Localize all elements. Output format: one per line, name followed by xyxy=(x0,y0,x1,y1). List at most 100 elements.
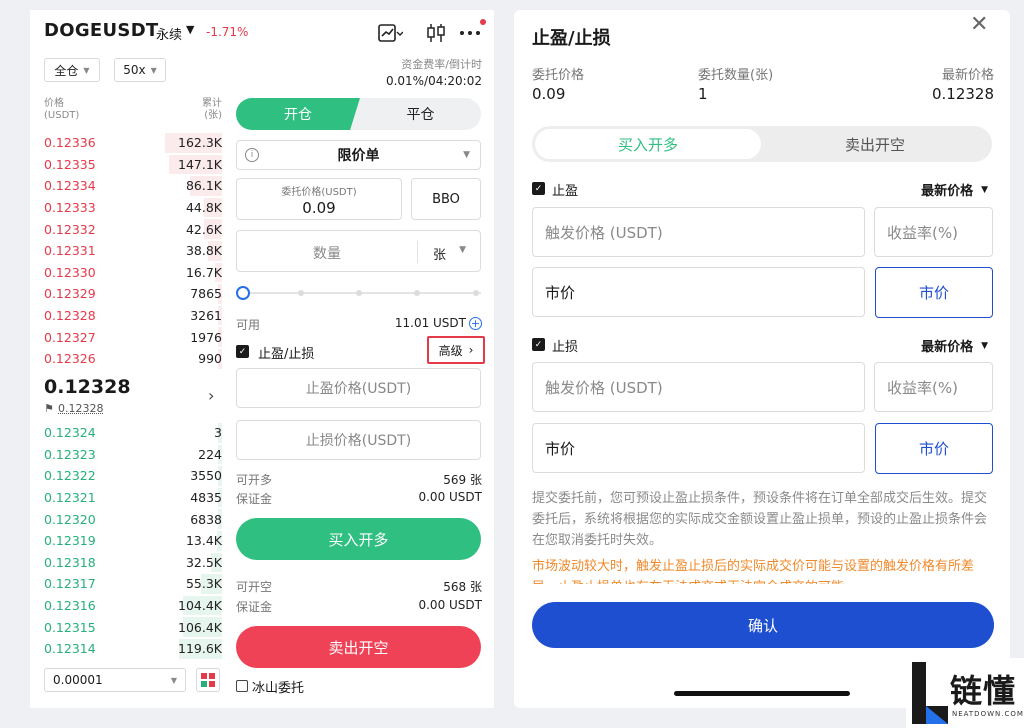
close-icon[interactable]: ✕ xyxy=(970,12,988,37)
order-price-input[interactable]: 委托价格(USDT) 0.09 xyxy=(236,178,402,220)
order-price: 0.12326 xyxy=(44,351,96,367)
segment-buy-long[interactable]: 买入开多 xyxy=(535,129,761,159)
order-qty: 3 xyxy=(214,425,222,441)
order-price: 0.12316 xyxy=(44,598,96,614)
trading-panel: DOGEUSDT 永续 ▼ -1.71% 全仓 ▼ 50x ▼ 资金费率/倒计时 0… xyxy=(30,10,494,708)
stop-loss-label: 止损 xyxy=(552,340,579,355)
info-icon[interactable]: i xyxy=(245,148,259,162)
order-price: 0.12315 xyxy=(44,619,96,635)
order-qty: 32.5K xyxy=(185,554,222,570)
tp-roe-input[interactable]: 收益率(%) xyxy=(874,207,993,257)
tab-open[interactable]: 开仓 xyxy=(236,98,360,130)
symbol-dropdown-icon[interactable]: ▼ xyxy=(186,23,194,36)
candlestick-icon[interactable] xyxy=(422,20,450,46)
tpsl-note: 提交委托前，您可预设止盈止损条件，预设条件将在订单全部成交后生效。提交委托后，系… xyxy=(532,491,988,548)
bid-row[interactable]: 0.12317 55.3K xyxy=(44,573,222,595)
sl-roe-input[interactable]: 收益率(%) xyxy=(874,362,993,412)
bid-row[interactable]: 0.12319 13.4K xyxy=(44,530,222,552)
ask-row[interactable]: 0.12333 44.8K xyxy=(44,197,222,219)
order-price-value: 0.09 xyxy=(532,85,566,103)
bid-row[interactable]: 0.12323 224 xyxy=(44,444,222,466)
order-qty-label: 委托数量(张) xyxy=(698,68,774,83)
symbol-title[interactable]: DOGEUSDT xyxy=(44,20,159,41)
tp-market-button[interactable]: 市价 xyxy=(875,267,993,318)
buy-long-button[interactable]: 买入开多 xyxy=(236,518,481,560)
sl-market-button[interactable]: 市价 xyxy=(875,423,993,474)
contract-type[interactable]: 永续 xyxy=(156,24,182,43)
last-price[interactable]: 0.12328 xyxy=(44,376,131,398)
order-qty-value: 1 xyxy=(698,85,708,103)
funding-label: 资金费率/倒计时 xyxy=(401,58,482,71)
order-price: 0.12329 xyxy=(44,286,96,302)
ask-row[interactable]: 0.12329 7865 xyxy=(44,283,222,305)
order-qty: 42.6K xyxy=(185,221,222,237)
order-price: 0.12335 xyxy=(44,156,96,172)
ask-row[interactable]: 0.12332 42.6K xyxy=(44,218,222,240)
add-funds-icon[interactable]: + xyxy=(469,316,482,330)
bbo-button[interactable]: BBO xyxy=(411,178,481,220)
watermark-domain: NEATDOWN.COM xyxy=(952,710,1024,718)
margin-mode-select[interactable]: 全仓 ▼ xyxy=(44,58,100,82)
sl-trigger-type-select[interactable]: 最新价格 ▼ xyxy=(921,336,988,355)
bid-row[interactable]: 0.12318 32.5K xyxy=(44,552,222,574)
order-price: 0.12324 xyxy=(44,425,96,441)
bid-row[interactable]: 0.12322 3550 xyxy=(44,465,222,487)
qty-unit-select[interactable]: 张 xyxy=(433,244,446,263)
direction-segment: 买入开多 卖出开空 xyxy=(532,126,992,162)
order-price: 0.12331 xyxy=(44,243,96,259)
segment-sell-short[interactable]: 卖出开空 xyxy=(762,129,988,159)
order-qty: 86.1K xyxy=(185,178,222,194)
order-qty: 104.4K xyxy=(178,598,222,614)
tp-trigger-price-input[interactable]: 触发价格 (USDT) xyxy=(532,207,865,257)
slider-knob[interactable] xyxy=(236,286,250,300)
ask-row[interactable]: 0.12330 16.7K xyxy=(44,262,222,284)
ask-row[interactable]: 0.12327 1976 xyxy=(44,326,222,348)
bid-row[interactable]: 0.12315 106.4K xyxy=(44,616,222,638)
stop-loss-input[interactable]: 止损价格(USDT) xyxy=(236,420,481,460)
advanced-button[interactable]: 高级 › xyxy=(427,336,485,364)
quantity-slider[interactable] xyxy=(236,286,481,300)
ask-row[interactable]: 0.12326 990 xyxy=(44,348,222,370)
sell-short-button[interactable]: 卖出开空 xyxy=(236,626,481,668)
order-qty: 6838 xyxy=(190,511,222,527)
order-price: 0.12334 xyxy=(44,178,96,194)
order-price: 0.12321 xyxy=(44,490,96,506)
ask-row[interactable]: 0.12328 3261 xyxy=(44,305,222,327)
take-profit-input[interactable]: 止盈价格(USDT) xyxy=(236,368,481,408)
tp-trigger-type-select[interactable]: 最新价格 ▼ xyxy=(921,180,988,199)
order-price: 0.12317 xyxy=(44,576,96,592)
bid-row[interactable]: 0.12324 3 xyxy=(44,422,222,444)
available-value: 11.01 USDT + xyxy=(394,316,482,330)
ask-row[interactable]: 0.12334 86.1K xyxy=(44,175,222,197)
stop-loss-checkbox[interactable]: ✓ xyxy=(532,338,545,351)
order-qty: 147.1K xyxy=(178,156,222,172)
bid-row[interactable]: 0.12320 6838 xyxy=(44,508,222,530)
ask-row[interactable]: 0.12335 147.1K xyxy=(44,154,222,176)
order-type-select[interactable]: i 限价单 ▼ xyxy=(236,140,481,170)
bid-row[interactable]: 0.12314 119.6K xyxy=(44,638,222,660)
confirm-button[interactable]: 确认 xyxy=(532,602,994,648)
quantity-input[interactable]: 数量 张 ▼ xyxy=(236,230,481,272)
leverage-select[interactable]: 50x ▼ xyxy=(114,58,166,82)
tpsl-sheet: 止盈/止损 ✕ 委托价格 0.09 委托数量(张) 1 最新价格 0.12328… xyxy=(514,10,1010,708)
ask-row[interactable]: 0.12331 38.8K xyxy=(44,240,222,262)
sl-exec-price-input[interactable]: 市价 xyxy=(532,423,865,473)
precision-select[interactable]: 0.00001 ▼ xyxy=(44,668,186,692)
chart-settings-icon[interactable] xyxy=(376,20,404,46)
tp-exec-price-input[interactable]: 市价 xyxy=(532,267,865,317)
tpsl-checkbox[interactable]: ✓ xyxy=(236,345,249,358)
take-profit-checkbox[interactable]: ✓ xyxy=(532,182,545,195)
order-price: 0.12323 xyxy=(44,446,96,462)
home-indicator xyxy=(674,691,850,696)
bid-row[interactable]: 0.12316 104.4K xyxy=(44,595,222,617)
order-price-label: 委托价格 xyxy=(532,68,585,83)
order-qty: 55.3K xyxy=(185,576,222,592)
tab-close[interactable]: 平仓 xyxy=(360,98,481,130)
ask-row[interactable]: 0.12336 162.3K xyxy=(44,132,222,154)
chevron-right-icon[interactable]: › xyxy=(208,386,214,405)
sl-trigger-price-input[interactable]: 触发价格 (USDT) xyxy=(532,362,865,412)
order-qty: 119.6K xyxy=(178,641,222,657)
orderbook-layout-icon[interactable] xyxy=(196,668,220,692)
iceberg-checkbox[interactable] xyxy=(236,680,248,692)
bid-row[interactable]: 0.12321 4835 xyxy=(44,487,222,509)
